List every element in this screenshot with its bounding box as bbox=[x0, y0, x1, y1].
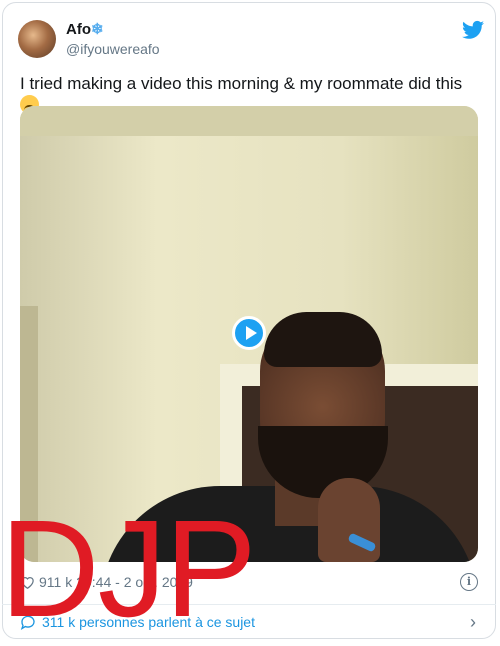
play-icon[interactable] bbox=[232, 316, 266, 350]
tweet-text-body: I tried making a video this morning & my… bbox=[20, 74, 463, 93]
avatar[interactable] bbox=[18, 20, 56, 58]
ceiling bbox=[20, 106, 478, 136]
twitter-bird-icon[interactable] bbox=[462, 20, 484, 40]
watermark-text: DJP bbox=[0, 492, 257, 646]
info-icon[interactable]: i bbox=[460, 573, 478, 591]
snowflake-icon: ❄ bbox=[91, 21, 104, 38]
display-name-text[interactable]: Afo bbox=[66, 21, 91, 38]
user-handle[interactable]: @ifyouwereafo bbox=[66, 41, 160, 57]
display-name[interactable]: Afo❄ bbox=[66, 20, 104, 38]
chevron-right-icon[interactable]: › bbox=[470, 612, 476, 633]
person-hair bbox=[264, 312, 382, 367]
